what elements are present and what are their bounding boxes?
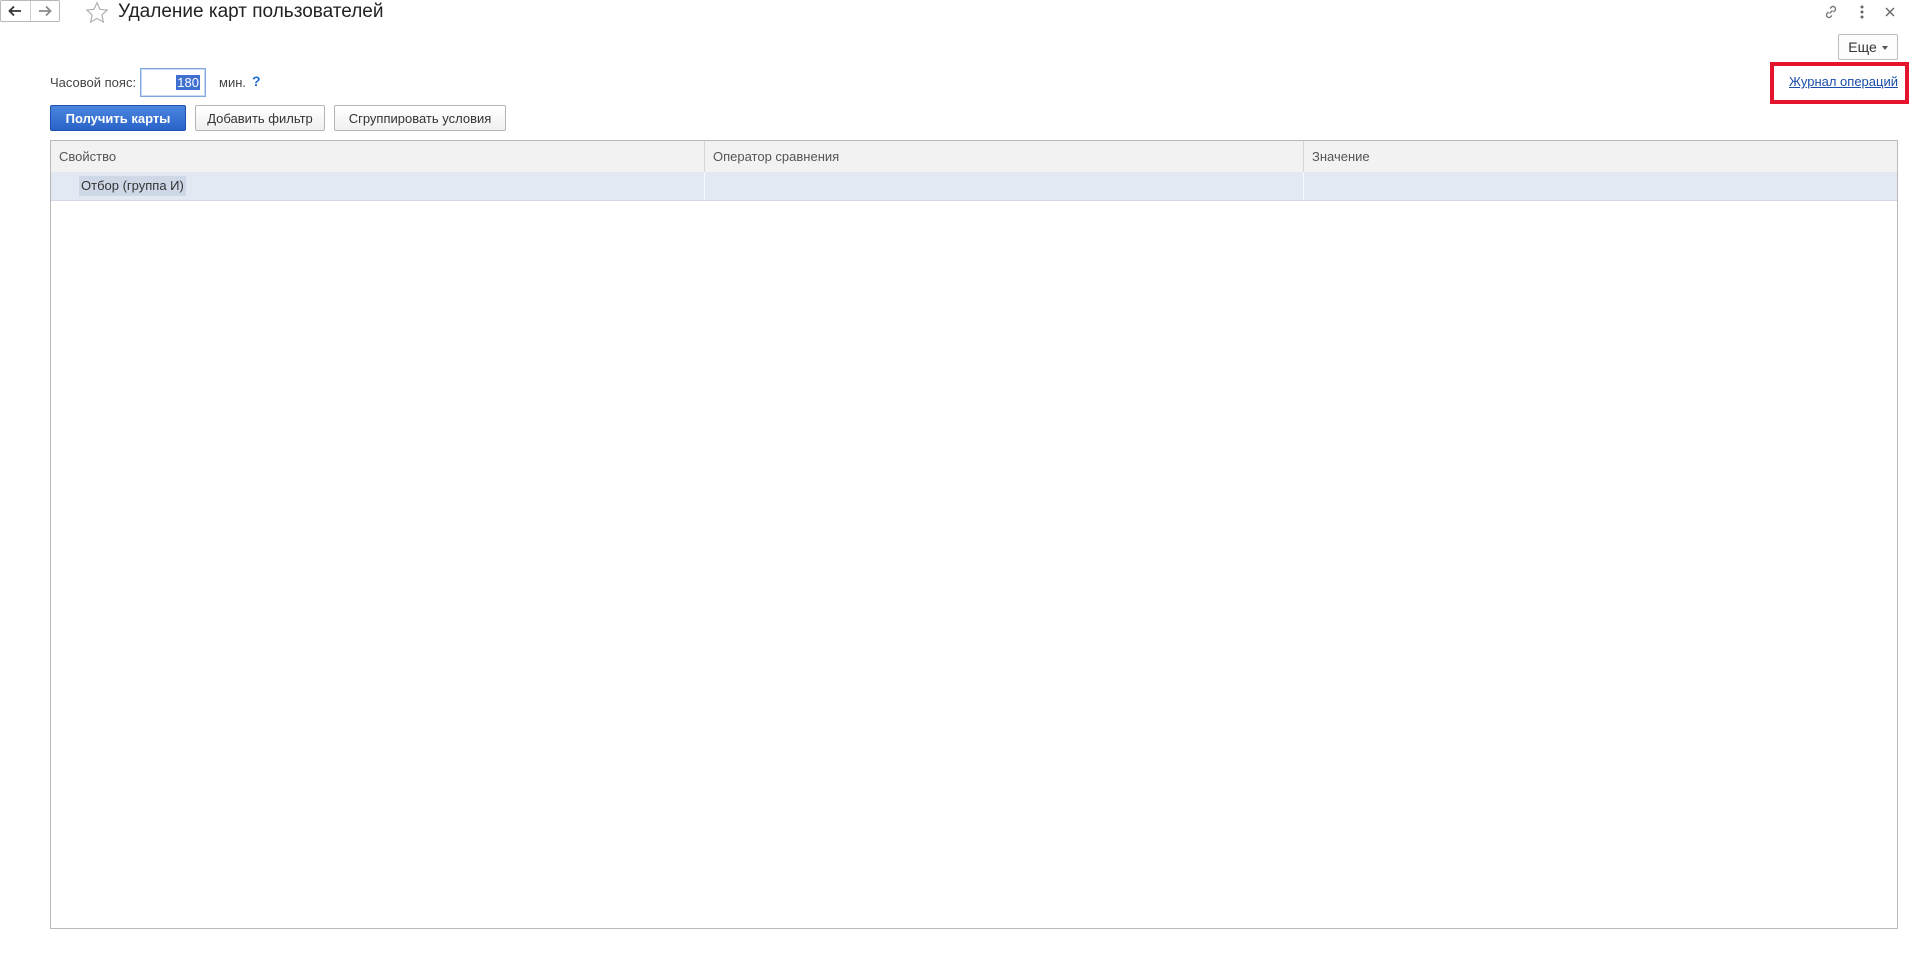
close-icon: [1885, 7, 1895, 17]
forward-button[interactable]: [29, 1, 60, 21]
arrow-right-icon: [38, 5, 52, 17]
column-header-value[interactable]: Значение: [1303, 141, 1897, 172]
link-icon: [1825, 5, 1837, 19]
history-navigation: [0, 0, 60, 22]
cell-value[interactable]: [1303, 172, 1897, 200]
column-header-property[interactable]: Свойство: [51, 141, 704, 172]
table-header: Свойство Оператор сравнения Значение: [51, 141, 1897, 173]
vertical-dots-icon: [1860, 5, 1864, 19]
help-icon[interactable]: ?: [252, 73, 261, 89]
group-conditions-button[interactable]: Сгруппировать условия: [334, 105, 506, 131]
cell-property[interactable]: Отбор (группа И): [51, 172, 704, 200]
timezone-value: 180: [176, 75, 200, 90]
arrow-left-icon: [8, 5, 22, 17]
link-button[interactable]: [1822, 3, 1840, 21]
get-cards-button[interactable]: Получить карты: [50, 105, 186, 131]
star-icon: [85, 1, 109, 24]
cell-operator[interactable]: [704, 172, 1303, 200]
page-title: Удаление карт пользователей: [118, 1, 384, 22]
table-row[interactable]: Отбор (группа И): [51, 172, 1897, 201]
column-header-operator[interactable]: Оператор сравнения: [704, 141, 1303, 172]
timezone-label: Часовой пояс:: [50, 75, 137, 90]
group-and-label: Отбор (группа И): [79, 176, 186, 196]
close-button[interactable]: [1881, 3, 1899, 21]
menu-button[interactable]: [1853, 3, 1871, 21]
more-button[interactable]: Еще: [1838, 34, 1898, 60]
add-filter-button[interactable]: Добавить фильтр: [195, 105, 325, 131]
favorite-button[interactable]: [84, 0, 110, 26]
more-button-label: Еще: [1848, 39, 1877, 55]
timezone-unit: мин.: [219, 75, 246, 90]
timezone-input[interactable]: 180: [140, 68, 206, 97]
chevron-down-icon: [1881, 46, 1888, 50]
back-button[interactable]: [1, 1, 30, 21]
highlight-box: [1770, 62, 1909, 104]
filter-table[interactable]: Свойство Оператор сравнения Значение Отб…: [50, 140, 1898, 929]
